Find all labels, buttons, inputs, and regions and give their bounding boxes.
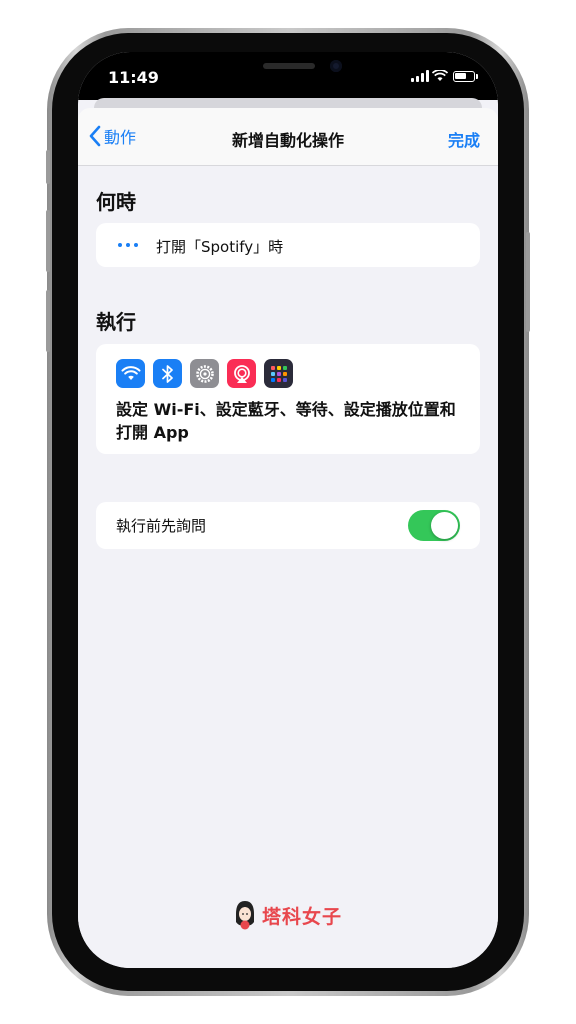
mute-switch	[46, 150, 50, 184]
actions-card[interactable]: 設定 Wi-Fi、設定藍牙、等待、設定播放位置和打開 App	[96, 344, 480, 454]
volume-up-button	[46, 210, 50, 272]
apps-grid-icon	[264, 359, 293, 388]
status-time: 11:49	[108, 68, 159, 87]
automation-sheet: 動作 新增自動化操作 完成 何時 打開「Spotify」時 執行 設定 Wi-F…	[78, 108, 498, 968]
when-section-title: 何時	[96, 190, 136, 214]
toggle-knob	[431, 512, 458, 539]
ask-before-running-label: 執行前先詢問	[116, 517, 207, 535]
actions-summary: 設定 Wi-Fi、設定藍牙、等待、設定播放位置和打開 App	[116, 400, 456, 442]
watermark: 塔科女子	[78, 900, 498, 930]
notch	[196, 52, 380, 82]
speaker-grille	[263, 63, 315, 69]
do-section-title: 執行	[96, 310, 136, 334]
status-bar: 11:49	[78, 52, 498, 100]
airplay-audio-icon	[227, 359, 256, 388]
more-dots-icon	[118, 243, 138, 247]
girl-avatar-icon	[235, 901, 254, 930]
wifi-icon	[116, 359, 145, 388]
trigger-card[interactable]: 打開「Spotify」時	[96, 223, 480, 267]
watermark-text: 塔科女子	[261, 905, 342, 928]
phone-screen: 11:49 動作 新增自動化操作 完成 何時 打開「Spotify」時 執行 設…	[78, 52, 498, 968]
ask-before-running-row: 執行前先詢問	[96, 502, 480, 549]
navigation-bar: 動作 新增自動化操作 完成	[78, 108, 498, 166]
ask-before-running-toggle[interactable]	[408, 510, 460, 541]
wifi-status-icon	[432, 70, 448, 81]
battery-tip	[476, 74, 478, 79]
trigger-label: 打開「Spotify」時	[156, 238, 284, 256]
done-button[interactable]: 完成	[448, 127, 480, 151]
action-icons	[116, 359, 293, 388]
side-button	[526, 232, 530, 332]
bluetooth-icon	[153, 359, 182, 388]
front-camera	[330, 60, 342, 72]
settings-gear-icon	[190, 359, 219, 388]
page-title: 新增自動化操作	[231, 131, 344, 150]
volume-down-button	[46, 290, 50, 352]
battery-icon	[453, 71, 475, 82]
